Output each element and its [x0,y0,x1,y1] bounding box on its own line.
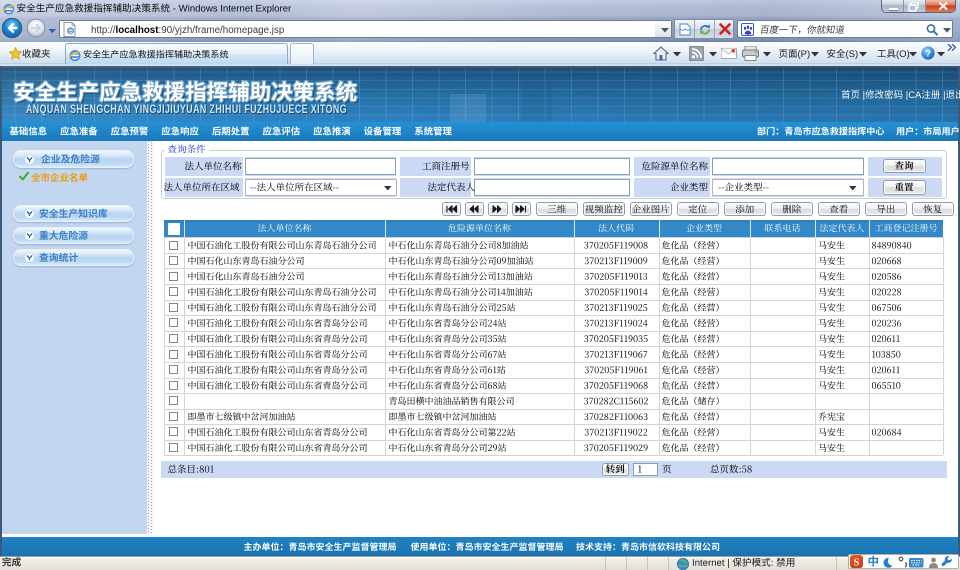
svg-text:?: ? [925,48,931,59]
svg-text:S: S [854,558,860,568]
